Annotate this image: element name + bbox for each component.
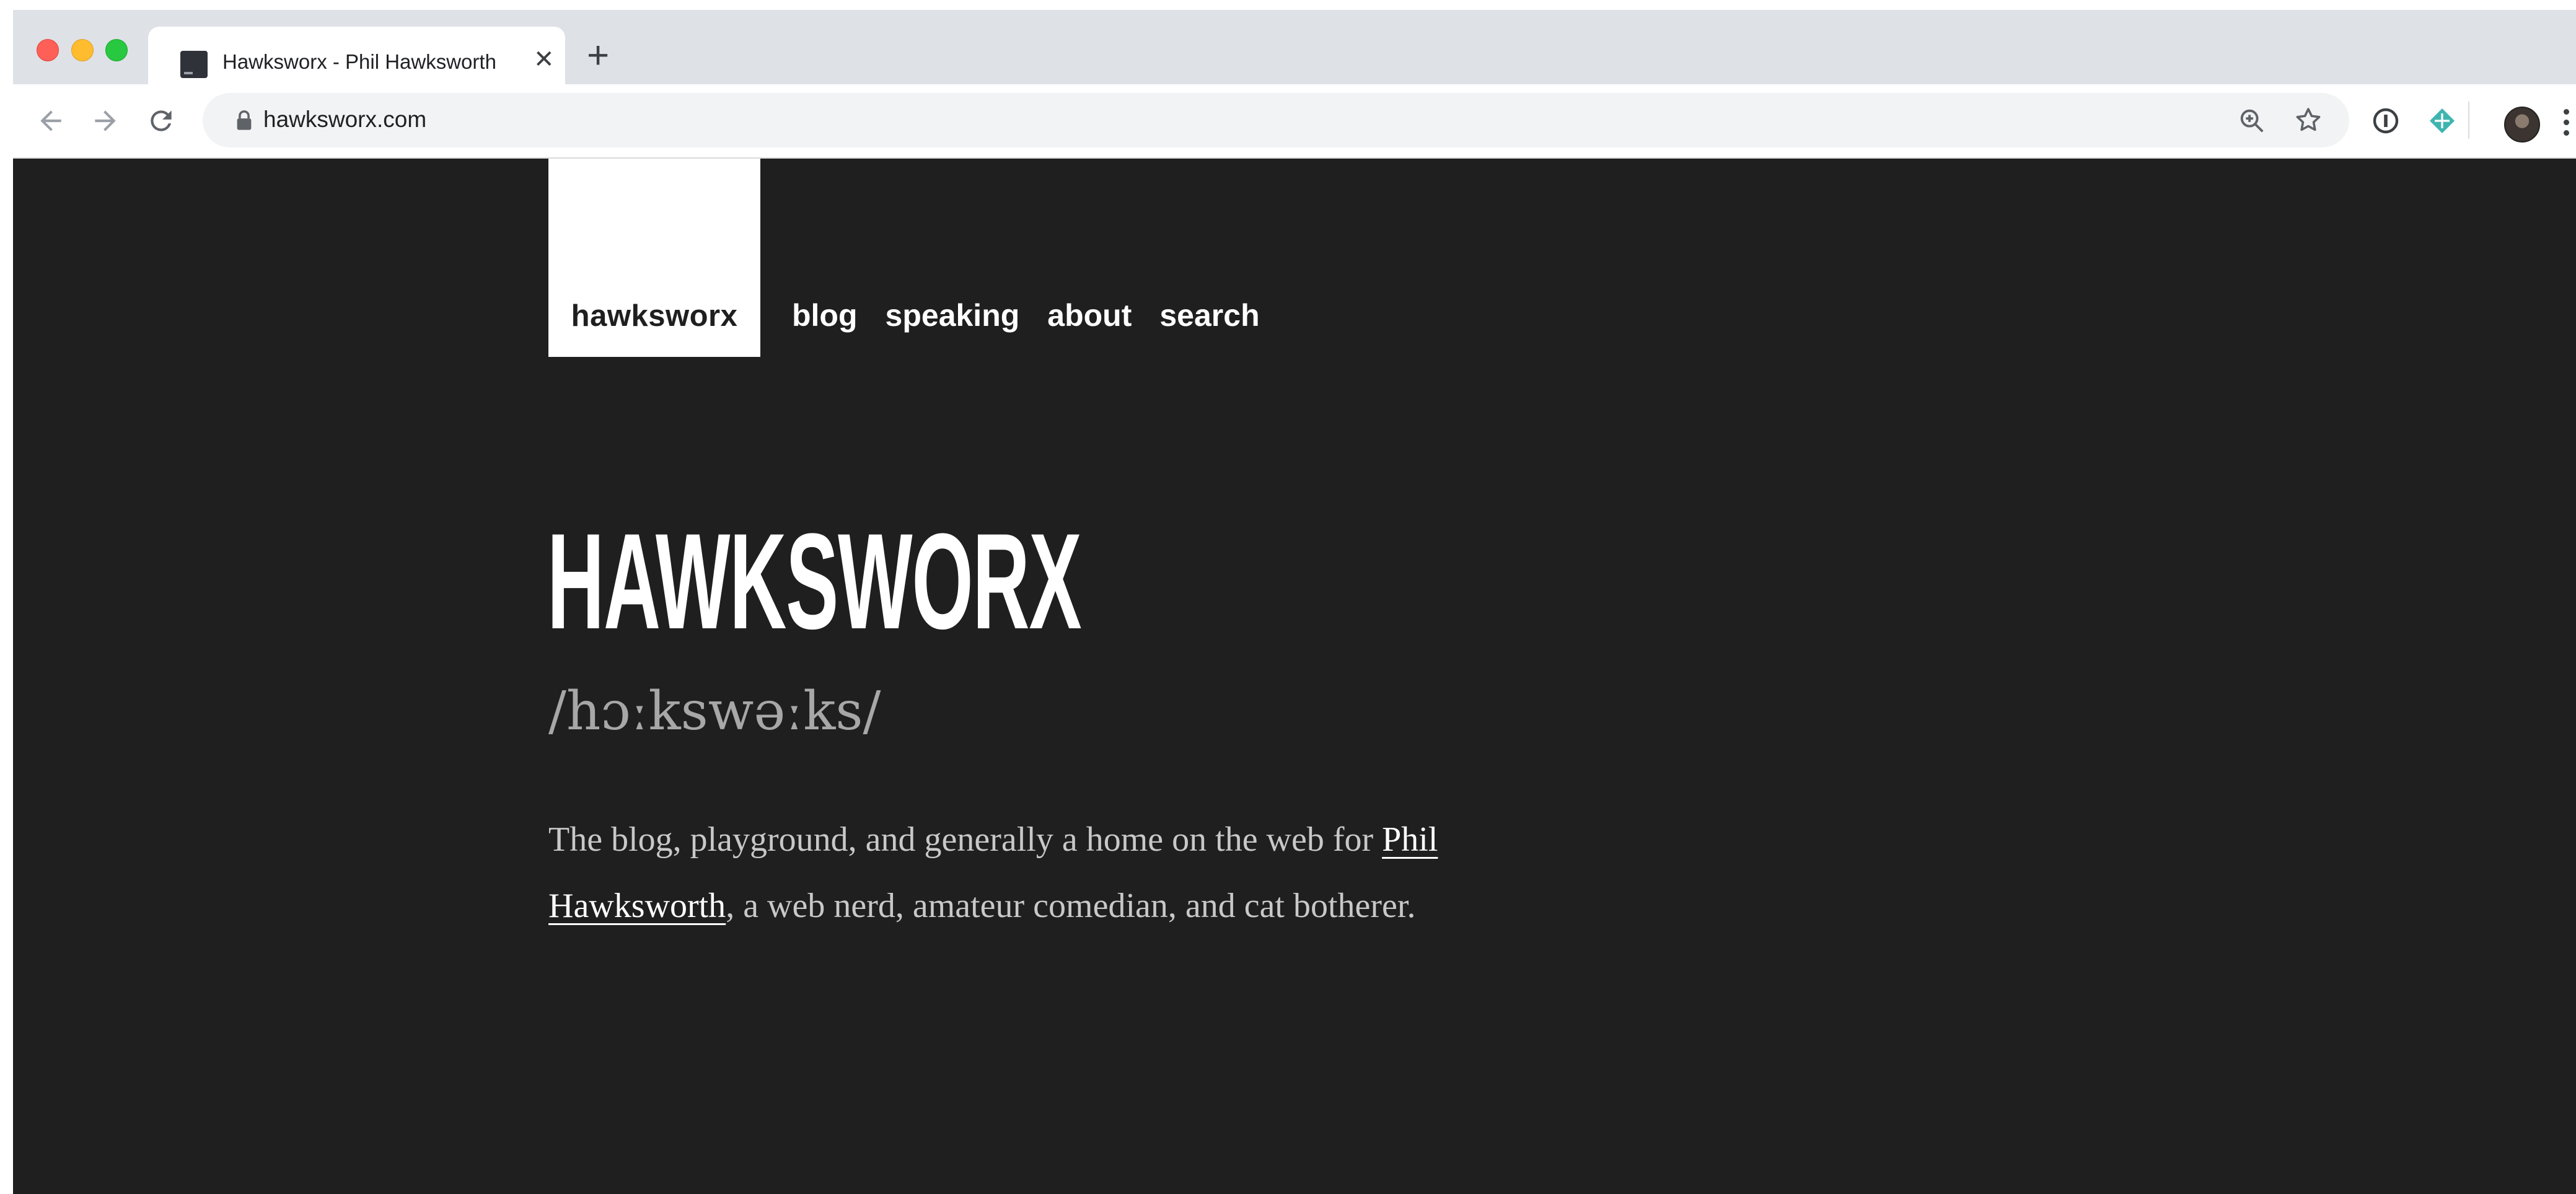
- new-tab-button[interactable]: +: [587, 37, 609, 75]
- intro-text-after: , a web nerd, amateur comedian, and cat …: [726, 887, 1416, 925]
- site-favicon-icon: [180, 51, 208, 78]
- browser-toolbar: hawksworx.com: [13, 84, 2576, 159]
- site-logo[interactable]: hawksworx: [548, 159, 760, 357]
- more-menu-icon[interactable]: [2562, 109, 2571, 140]
- tab-close-icon[interactable]: ✕: [534, 47, 555, 72]
- bookmark-star-icon[interactable]: [2293, 105, 2323, 135]
- tab-strip: Hawksworx - Phil Hawksworth ✕ +: [13, 10, 2576, 84]
- maximize-window-button[interactable]: [105, 39, 128, 61]
- back-arrow-icon[interactable]: [35, 105, 66, 136]
- lock-icon: [235, 110, 253, 131]
- web-page: hawksworx blog speaking about search HAWKSW…: [13, 159, 2576, 1194]
- browser-window: Hawksworx - Phil Hawksworth ✕ + hawkswor…: [13, 10, 2576, 1194]
- nav-link-search[interactable]: search: [1159, 298, 1259, 333]
- reload-icon[interactable]: [146, 105, 177, 136]
- password-manager-icon[interactable]: [2371, 106, 2401, 136]
- site-logo-text: hawksworx: [571, 299, 738, 333]
- zoom-icon[interactable]: [2238, 107, 2266, 135]
- netlify-extension-icon[interactable]: [2427, 106, 2457, 136]
- url-text[interactable]: hawksworx.com: [263, 107, 426, 133]
- intro-paragraph: The blog, playground, and generally a ho…: [548, 807, 1515, 939]
- toolbar-divider: [2468, 102, 2469, 139]
- site-nav: blog speaking about search: [792, 297, 1260, 333]
- profile-avatar[interactable]: [2504, 107, 2540, 143]
- browser-tab[interactable]: Hawksworx - Phil Hawksworth ✕: [148, 27, 565, 84]
- pronunciation: /hɔːkswəːks/: [548, 680, 881, 742]
- nav-link-blog[interactable]: blog: [792, 298, 858, 333]
- close-window-button[interactable]: [37, 39, 59, 61]
- nav-link-about[interactable]: about: [1047, 298, 1132, 333]
- forward-arrow-icon[interactable]: [90, 105, 121, 136]
- address-bar[interactable]: hawksworx.com: [203, 93, 2349, 147]
- minimize-window-button[interactable]: [71, 39, 94, 61]
- tab-title: Hawksworx - Phil Hawksworth: [222, 50, 496, 73]
- intro-text-before: The blog, playground, and generally a ho…: [548, 820, 1383, 859]
- nav-link-speaking[interactable]: speaking: [886, 298, 1020, 333]
- hero-title: HAWKSWORX: [547, 505, 1082, 657]
